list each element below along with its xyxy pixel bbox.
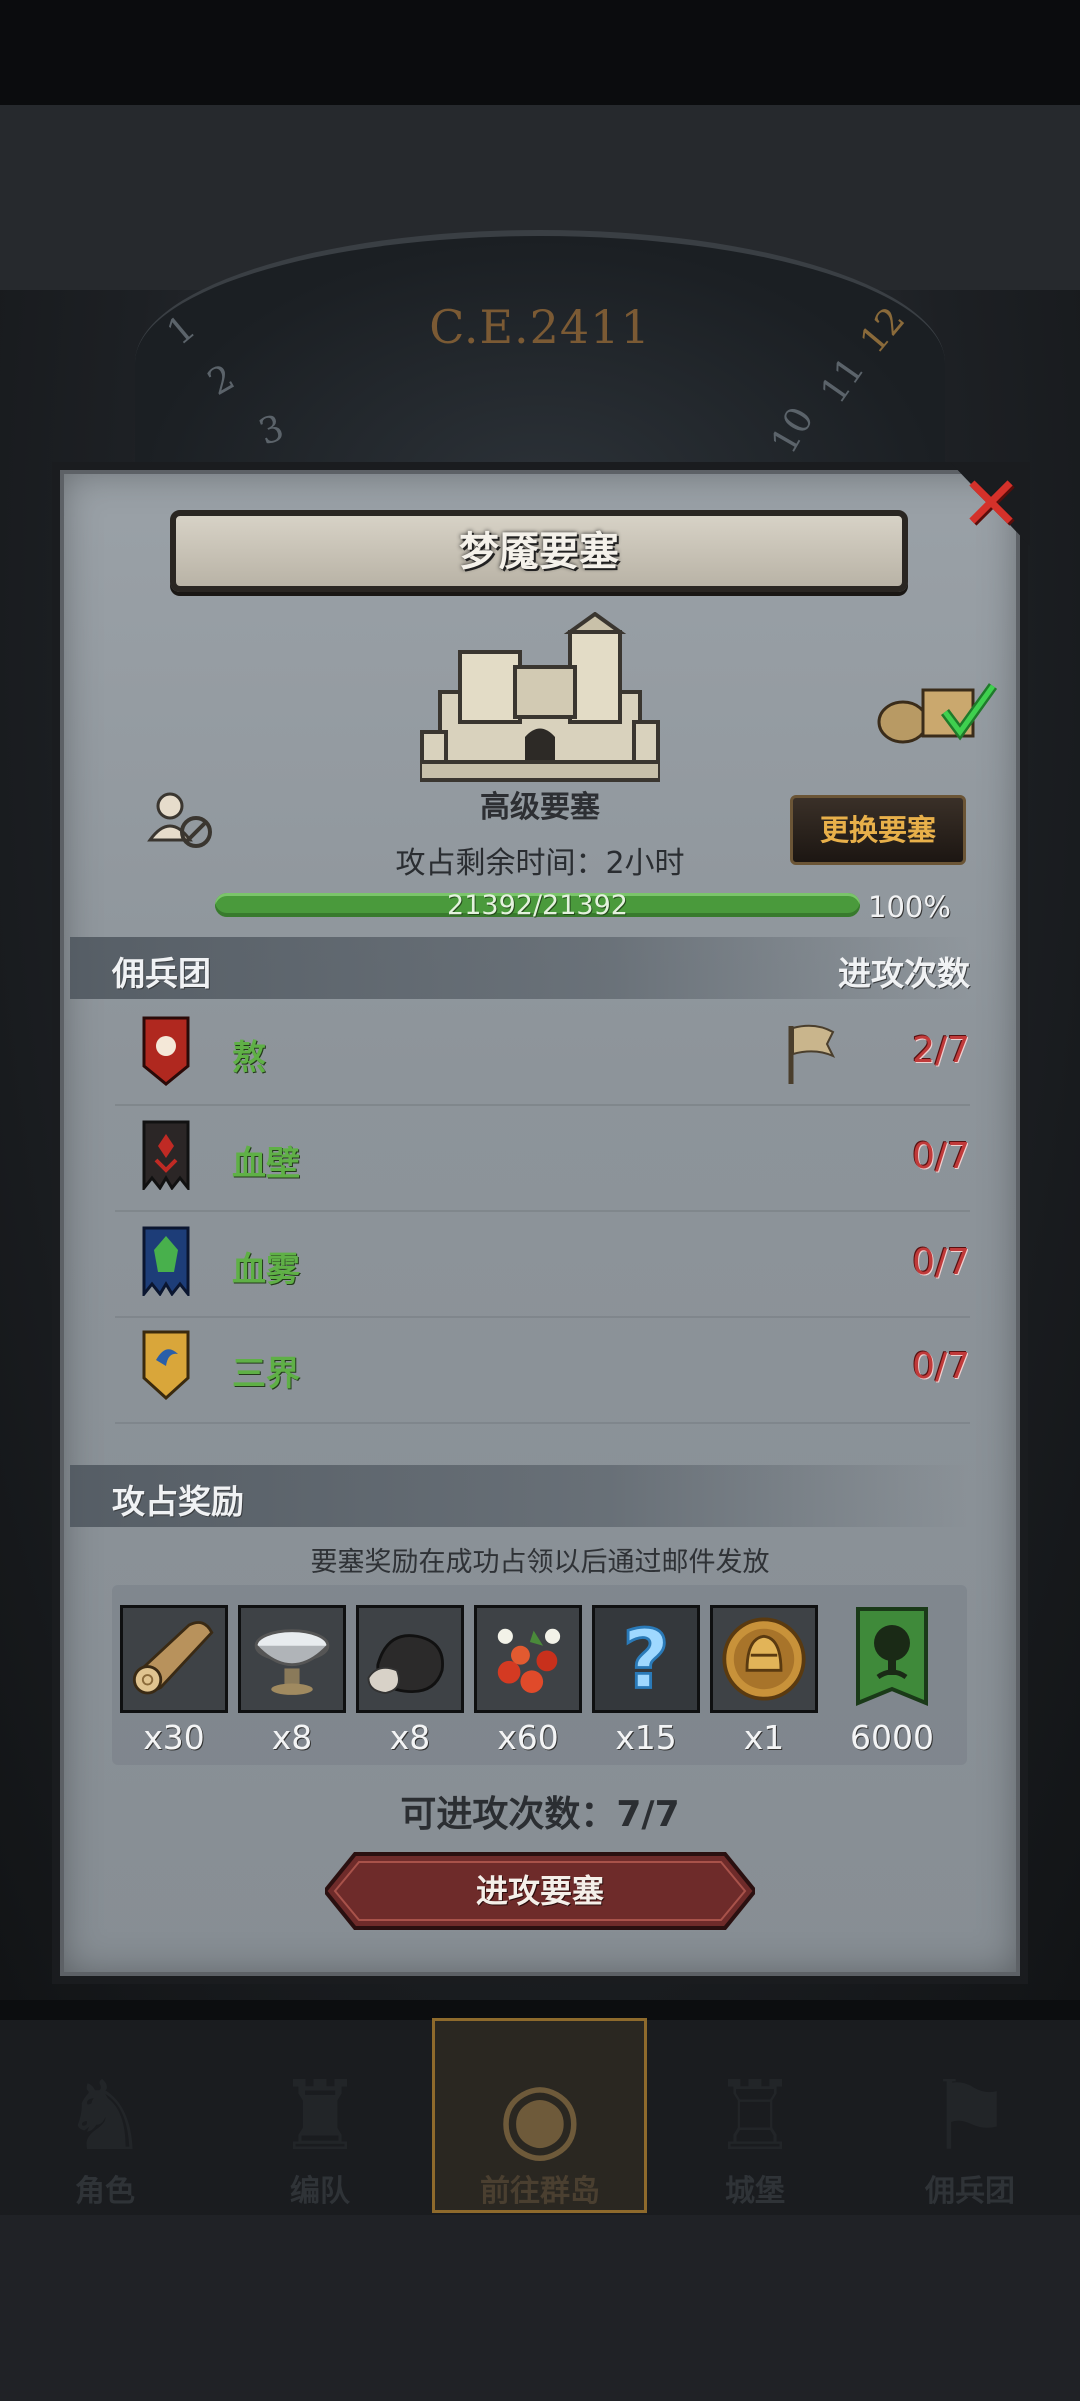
reward-quantity: x60 [497,1718,559,1757]
red-berries-icon[interactable] [474,1605,582,1713]
mercenary-flag-icon: ⚑ [926,2060,1014,2172]
gold-shield-banner-icon [142,1330,190,1400]
reward-quantity: x8 [389,1718,431,1757]
dark-red-banner-icon [142,1120,190,1190]
nav-islands[interactable]: ◉ 前往群岛 [435,2020,645,2215]
mercenary-name: 三界 [232,1354,300,1394]
mercenary-name: 熬 [232,1038,266,1078]
mercenary-name: 血壁 [232,1144,300,1184]
status-bar-area [0,0,1080,105]
nav-formation[interactable]: ♜ 编队 [215,2020,425,2215]
nav-castle[interactable]: ♖ 城堡 [650,2020,860,2215]
time-remaining: 攻占剩余时间：2小时 [395,846,685,881]
formation-icon: ♜ [276,2060,364,2172]
calendar-year: C.E.2411 [429,300,651,354]
castle-nav-icon: ♖ [711,2060,799,2172]
silver-bowl-icon[interactable] [238,1605,346,1713]
green-tree-banner-icon[interactable] [852,1605,932,1713]
mercenary-header: 佣兵团 [112,954,211,993]
attacks-header: 进攻次数 [838,954,970,993]
change-fortress-button[interactable]: 更换要塞 [790,795,966,865]
calendar-dial [135,230,945,496]
green-blue-banner-icon [142,1226,190,1296]
reward-quantity: 6000 [850,1718,934,1757]
knight-icon: ♞ [61,2060,149,2172]
reward-note: 要塞奖励在成功占领以后通过邮件发放 [310,1547,770,1578]
wood-log-icon[interactable] [120,1605,228,1713]
available-attacks: 可进攻次数：7/7 [400,1794,680,1835]
ore-stone-icon[interactable] [356,1605,464,1713]
reward-quantity: x1 [743,1718,785,1757]
golden-helmet-medal-icon[interactable] [710,1605,818,1713]
no-user-icon[interactable] [146,790,216,850]
durability-percent: 100% [868,890,951,924]
islands-map-icon: ◉ [498,2060,582,2172]
attack-count: 0/7 [912,1346,970,1387]
reward-header: 攻占奖励 [112,1482,244,1521]
dialog-title: 梦魇要塞 [459,529,619,575]
close-icon[interactable]: ✕ [955,467,1027,541]
nav-character[interactable]: ♞ 角色 [0,2020,210,2215]
nav-mercenary[interactable]: ⚑ 佣兵团 [865,2020,1075,2215]
durability-value: 21392/21392 [447,890,628,921]
flag-icon [788,1024,836,1084]
attack-button-label: 进攻要塞 [475,1872,604,1910]
mercenary-name: 血雾 [232,1250,300,1290]
attack-count: 0/7 [912,1242,970,1283]
attack-count: 0/7 [912,1136,970,1177]
mystery-question-icon[interactable]: ? [592,1605,700,1713]
reward-quantity: x8 [271,1718,313,1757]
attack-count: 2/7 [912,1030,970,1071]
loot-claimed-icon[interactable] [875,672,1000,747]
castle-icon [420,612,660,782]
reward-quantity: x15 [615,1718,677,1757]
fortress-grade: 高级要塞 [480,790,600,825]
bottom-area [0,2215,1080,2401]
reward-quantity: x30 [143,1718,205,1757]
svg-text:?: ? [622,1613,669,1707]
red-sun-banner-icon [142,1016,190,1086]
